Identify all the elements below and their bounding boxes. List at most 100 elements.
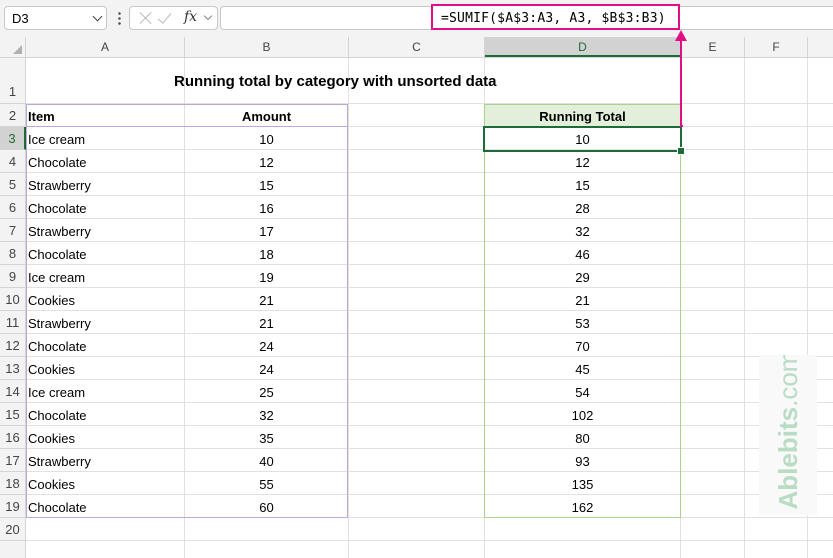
cell-running-total[interactable]: 12 (485, 151, 680, 174)
select-all-triangle-icon (13, 45, 22, 54)
annotation-arrow-line (680, 38, 682, 126)
row-header-16[interactable]: 16 (0, 426, 25, 449)
cell-running-total[interactable]: 53 (485, 312, 680, 335)
watermark-text: Ablebits.com (771, 355, 805, 510)
cell-amount[interactable]: 10 (185, 128, 348, 151)
row-header-11[interactable]: 11 (0, 311, 25, 334)
cell-amount[interactable]: 40 (185, 450, 348, 473)
annotation-arrow-joint (680, 125, 683, 127)
cell-running-total[interactable]: 135 (485, 473, 680, 496)
column-header-a[interactable]: A (26, 37, 185, 57)
header-running-total[interactable]: Running Total (485, 105, 680, 128)
cell-amount[interactable]: 18 (185, 243, 348, 266)
cell-amount[interactable]: 24 (185, 358, 348, 381)
sheet-title[interactable]: Running total by category with unsorted … (174, 73, 497, 90)
cell-amount[interactable]: 15 (185, 174, 348, 197)
cell-amount[interactable]: 32 (185, 404, 348, 427)
column-header-c[interactable]: C (349, 37, 485, 57)
cell-item[interactable]: Chocolate (26, 151, 184, 174)
cell-running-total[interactable]: 54 (485, 381, 680, 404)
cell-item[interactable]: Ice cream (26, 266, 184, 289)
header-amount[interactable]: Amount (185, 105, 348, 128)
cell-item[interactable]: Cookies (26, 473, 184, 496)
cell-amount[interactable]: 24 (185, 335, 348, 358)
grid-vline (744, 58, 745, 558)
cell-amount[interactable]: 21 (185, 312, 348, 335)
cell-running-total[interactable]: 70 (485, 335, 680, 358)
row-header-19[interactable]: 19 (0, 495, 25, 518)
cell-item[interactable]: Strawberry (26, 450, 184, 473)
row-header-20[interactable]: 20 (0, 518, 25, 541)
cell-item[interactable]: Cookies (26, 358, 184, 381)
row-header-7[interactable]: 7 (0, 219, 25, 242)
cell-amount[interactable]: 35 (185, 427, 348, 450)
row-header-12[interactable]: 12 (0, 334, 25, 357)
cell-amount[interactable]: 17 (185, 220, 348, 243)
enter-check-icon[interactable] (157, 9, 172, 24)
chevron-down-icon[interactable] (203, 11, 213, 21)
row-header-3[interactable]: 3 (0, 127, 26, 150)
row-header-2[interactable]: 2 (0, 104, 25, 127)
cell-item[interactable]: Ice cream (26, 128, 184, 151)
cell-amount[interactable]: 25 (185, 381, 348, 404)
fill-handle[interactable] (677, 147, 685, 155)
cell-running-total[interactable]: 93 (485, 450, 680, 473)
cell-amount[interactable]: 21 (185, 289, 348, 312)
chevron-down-icon[interactable] (92, 11, 103, 22)
cell-amount[interactable]: 60 (185, 496, 348, 519)
cell-running-total[interactable]: 162 (485, 496, 680, 519)
cell-running-total[interactable]: 102 (485, 404, 680, 427)
cell-running-total[interactable]: 29 (485, 266, 680, 289)
insert-function-icon[interactable]: fx (184, 9, 197, 25)
cell-item[interactable]: Chocolate (26, 404, 184, 427)
row-header-5[interactable]: 5 (0, 173, 25, 196)
row-header-4[interactable]: 4 (0, 150, 25, 173)
cell-amount[interactable]: 16 (185, 197, 348, 220)
header-item[interactable]: Item (26, 105, 184, 128)
cell-item[interactable]: Chocolate (26, 335, 184, 358)
cell-running-total[interactable]: 15 (485, 174, 680, 197)
row-header-10[interactable]: 10 (0, 288, 25, 311)
column-header-d[interactable]: D (485, 37, 681, 57)
cell-item[interactable]: Strawberry (26, 220, 184, 243)
row-header-14[interactable]: 14 (0, 380, 25, 403)
cell-running-total[interactable]: 45 (485, 358, 680, 381)
cell-item[interactable]: Strawberry (26, 174, 184, 197)
name-box[interactable]: D3 (4, 6, 107, 30)
cell-item[interactable]: Cookies (26, 427, 184, 450)
column-header-b[interactable]: B (185, 37, 349, 57)
row-header-8[interactable]: 8 (0, 242, 25, 265)
cell-running-total[interactable]: 28 (485, 197, 680, 220)
cell-amount[interactable]: 12 (185, 151, 348, 174)
select-all-button[interactable] (0, 37, 26, 57)
cell-running-total[interactable]: 46 (485, 243, 680, 266)
more-options-icon[interactable] (118, 11, 121, 25)
selected-cell-d3[interactable] (483, 126, 682, 152)
row-header-13[interactable]: 13 (0, 357, 25, 380)
cell-item[interactable]: Ice cream (26, 381, 184, 404)
cell-running-total[interactable]: 80 (485, 427, 680, 450)
column-header-f[interactable]: F (745, 37, 808, 57)
row-header-18[interactable]: 18 (0, 472, 25, 495)
cell-amount[interactable]: 55 (185, 473, 348, 496)
watermark-suffix: .com (773, 355, 803, 407)
cell-item[interactable]: Strawberry (26, 312, 184, 335)
cell-running-total[interactable]: 32 (485, 220, 680, 243)
cell-item[interactable]: Cookies (26, 289, 184, 312)
grid-hline (26, 103, 833, 104)
row-header-9[interactable]: 9 (0, 265, 25, 288)
cell-item[interactable]: Chocolate (26, 243, 184, 266)
row-header-17[interactable]: 17 (0, 449, 25, 472)
cell-amount[interactable]: 19 (185, 266, 348, 289)
row-header-1[interactable]: 1 (0, 58, 25, 104)
cell-item[interactable]: Chocolate (26, 496, 184, 519)
column-header-e[interactable]: E (681, 37, 745, 57)
cancel-icon[interactable] (139, 11, 153, 25)
row-header-15[interactable]: 15 (0, 403, 25, 426)
row-header-bar: 1 2 3 4 5 6 7 8 9 10 11 12 13 14 15 16 17 18 19 20 (0, 58, 26, 558)
cell-item[interactable]: Chocolate (26, 197, 184, 220)
column-header-bar: ABCDEF (0, 37, 833, 58)
row-header-6[interactable]: 6 (0, 196, 25, 219)
cell-running-total[interactable]: 21 (485, 289, 680, 312)
formula-text[interactable]: =SUMIF($A$3:A3, A3, $B$3:B3) (431, 4, 680, 30)
